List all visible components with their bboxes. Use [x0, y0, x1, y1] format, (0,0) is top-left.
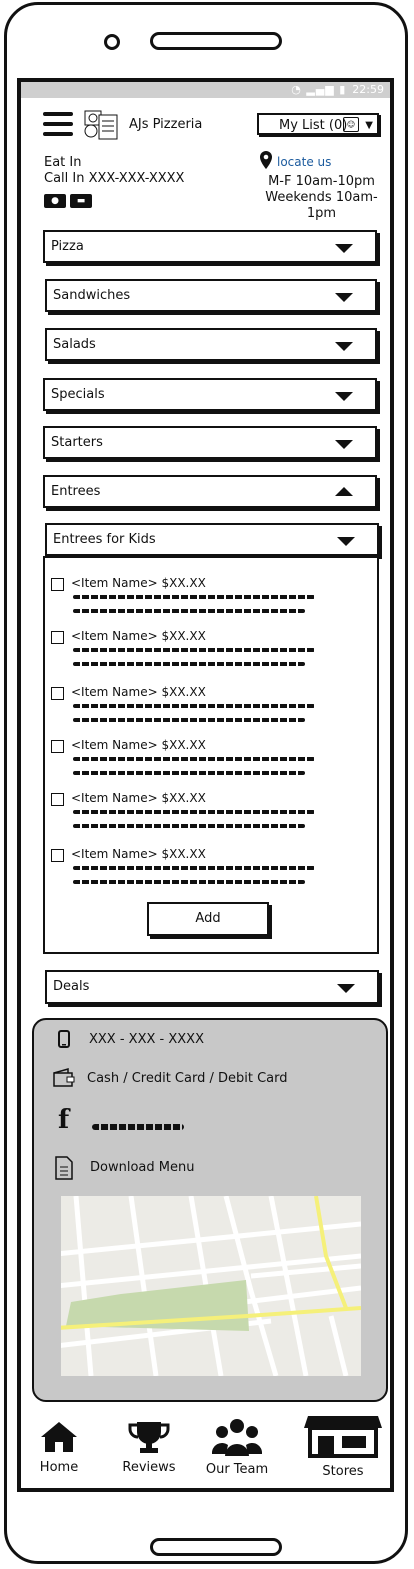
store-icon	[304, 1416, 382, 1458]
nav-home[interactable]: Home	[37, 1420, 81, 1475]
category-label: Specials	[51, 387, 105, 402]
item-checkbox[interactable]	[51, 631, 64, 644]
footer-phone[interactable]: XXX - XXX - XXXX	[89, 1032, 204, 1047]
item-description	[73, 595, 315, 599]
eat-in-label: Eat In	[44, 155, 82, 170]
wallet-icon	[53, 1068, 75, 1087]
chevron-down-icon	[337, 984, 355, 993]
category-label: Deals	[53, 979, 90, 994]
location-pin-icon	[260, 151, 272, 169]
category-label: Sandwiches	[53, 288, 131, 303]
category-salads[interactable]: Salads	[45, 328, 377, 361]
chevron-down-icon: ▼	[365, 120, 373, 131]
speaker	[150, 32, 282, 50]
nav-our-team[interactable]: Our Team	[205, 1418, 269, 1477]
basket-icon: ☺	[343, 117, 359, 132]
store-info-footer: XXX - XXX - XXXX Cash / Credit Card / De…	[32, 1018, 388, 1402]
store-hours: M-F 10am-10pm Weekends 10am-1pm	[253, 174, 390, 222]
item-description	[73, 609, 305, 613]
item-description	[73, 810, 315, 814]
chevron-down-icon	[337, 537, 355, 546]
item-name: <Item Name> $XX.XX	[71, 847, 206, 861]
category-label: Salads	[53, 337, 96, 352]
nav-label: Reviews	[122, 1460, 176, 1475]
item-checkbox[interactable]	[51, 687, 64, 700]
store-map[interactable]	[61, 1196, 361, 1376]
screen: ◔ ▂▄▆ ▮ 22:59 AJs Pizzeria My List (0) ☺ …	[17, 78, 394, 1492]
my-list-button[interactable]: My List (0) ☺ ▼	[257, 113, 379, 135]
category-label: Entrees	[51, 484, 101, 499]
payment-icons: ● ▬	[44, 188, 96, 208]
category-specials[interactable]: Specials	[43, 378, 377, 411]
category-sandwiches[interactable]: Sandwiches	[45, 279, 377, 312]
cash-icon: ●	[44, 194, 66, 208]
item-name: <Item Name> $XX.XX	[71, 738, 206, 752]
item-description	[73, 880, 305, 884]
item-description	[73, 662, 305, 666]
menu-items-panel: <Item Name> $XX.XX <Item Name> $XX.XX <I…	[43, 556, 379, 954]
hours-weekend: Weekends 10am-1pm	[265, 190, 378, 221]
chevron-down-icon	[335, 293, 353, 302]
download-menu-link[interactable]: Download Menu	[90, 1160, 194, 1175]
footer-payment: Cash / Credit Card / Debit Card	[87, 1071, 288, 1086]
home-indicator[interactable]	[150, 1538, 282, 1556]
item-name: <Item Name> $XX.XX	[71, 576, 206, 590]
item-name: <Item Name> $XX.XX	[71, 629, 206, 643]
phone-icon	[58, 1030, 70, 1048]
item-description	[73, 824, 305, 828]
facebook-icon[interactable]: f	[58, 1105, 69, 1135]
category-deals[interactable]: Deals	[45, 970, 379, 1004]
camera	[104, 34, 120, 50]
add-button[interactable]: Add	[147, 902, 269, 936]
category-label: Starters	[51, 435, 103, 450]
hamburger-menu-icon[interactable]	[43, 112, 73, 138]
item-description	[73, 771, 305, 775]
chevron-down-icon	[335, 392, 353, 401]
item-checkbox[interactable]	[51, 578, 64, 591]
card-icon: ▬	[70, 194, 92, 208]
team-icon	[211, 1419, 263, 1456]
item-name: <Item Name> $XX.XX	[71, 791, 206, 805]
category-label: Pizza	[51, 239, 84, 254]
chevron-down-icon	[335, 440, 353, 449]
nav-label: Stores	[322, 1464, 364, 1479]
item-name: <Item Name> $XX.XX	[71, 685, 206, 699]
signal-icon: ◔ ▂▄▆ ▮	[291, 83, 347, 96]
item-description	[73, 757, 315, 761]
document-icon	[55, 1156, 73, 1180]
nav-reviews[interactable]: Reviews	[121, 1420, 177, 1475]
trophy-icon	[128, 1422, 170, 1453]
chevron-up-icon	[335, 487, 353, 496]
category-entrees[interactable]: Entrees	[43, 475, 377, 508]
item-description	[73, 718, 305, 722]
chevron-down-icon	[335, 244, 353, 253]
pizzeria-logo	[83, 107, 121, 143]
hours-weekday: M-F 10am-10pm	[268, 174, 375, 189]
locate-us-link[interactable]: locate us	[277, 155, 331, 169]
status-bar: ◔ ▂▄▆ ▮ 22:59	[21, 82, 390, 98]
item-description	[73, 866, 315, 870]
category-pizza[interactable]: Pizza	[43, 230, 377, 263]
item-description	[73, 648, 315, 652]
item-checkbox[interactable]	[51, 793, 64, 806]
status-time: 22:59	[352, 83, 384, 96]
subcategory-entrees-kids[interactable]: Entrees for Kids	[45, 523, 379, 556]
item-checkbox[interactable]	[51, 849, 64, 862]
category-starters[interactable]: Starters	[43, 426, 377, 459]
call-in-label: Call In XXX-XXX-XXXX	[44, 171, 185, 186]
bottom-nav: Home Reviews Our Team Stores	[21, 1408, 390, 1488]
item-checkbox[interactable]	[51, 740, 64, 753]
my-list-label: My List (0)	[279, 118, 348, 133]
nav-stores[interactable]: Stores	[303, 1414, 383, 1479]
home-icon	[41, 1422, 77, 1452]
app-name: AJs Pizzeria	[129, 117, 203, 132]
nav-label: Our Team	[205, 1462, 269, 1477]
order-info: Eat In Call In XXX-XXX-XXXX	[44, 155, 184, 187]
item-description	[73, 704, 315, 708]
facebook-handle[interactable]	[92, 1124, 184, 1130]
nav-label: Home	[39, 1460, 79, 1475]
subcategory-label: Entrees for Kids	[53, 532, 156, 547]
chevron-down-icon	[335, 342, 353, 351]
